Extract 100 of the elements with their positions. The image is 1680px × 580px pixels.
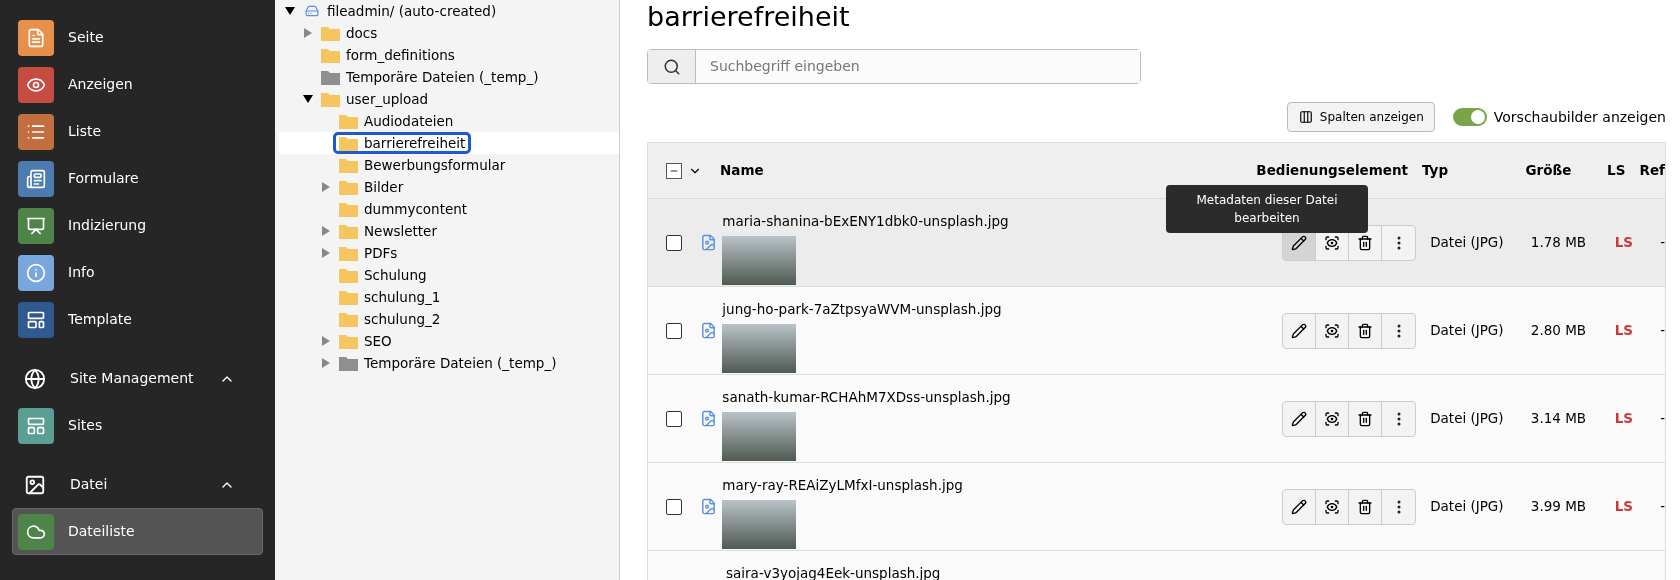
reference-count: - <box>1659 497 1665 517</box>
tree-item[interactable]: dummycontent <box>333 198 474 220</box>
trash-icon <box>1357 322 1374 339</box>
folder-label: Bewerbungsformular <box>364 157 506 173</box>
file-name[interactable]: jung-ho-park-7aZtpsyaWVM-unsplash.jpg <box>722 299 1230 320</box>
file-row[interactable]: sanath-kumar-RCHAhM7XDss-unsplash.jpg Datei (JPG) 3.14 MB LS - <box>648 375 1665 463</box>
folder-label: barrierefreiheit <box>364 135 466 151</box>
tree-item[interactable]: Bewerbungsformular <box>333 154 512 176</box>
folder-label: Newsletter <box>364 223 437 239</box>
tree-item[interactable]: schulung_2 <box>333 308 447 330</box>
trash-icon <box>1357 498 1374 515</box>
sidebar-item[interactable]: Formulare <box>12 155 263 202</box>
more-icon <box>1396 235 1401 250</box>
image-file-icon <box>699 410 717 427</box>
page-title: barrierefreiheit <box>647 2 851 32</box>
tree-item[interactable]: Temporäre Dateien (_temp_) <box>333 352 563 374</box>
folder-label: dummycontent <box>364 201 468 217</box>
sidebar-item[interactable]: Indizierung <box>12 202 263 249</box>
tree-item[interactable]: barrierefreiheit <box>333 132 472 154</box>
folder-label: schulung_2 <box>364 311 441 327</box>
file-row[interactable]: jung-ho-park-7aZtpsyaWVM-unsplash.jpg Datei (JPG) 2.80 MB LS - <box>648 287 1665 375</box>
file-name[interactable]: sanath-kumar-RCHAhM7XDss-unsplash.jpg <box>722 387 1230 408</box>
tree-item[interactable]: Schulung <box>333 264 433 286</box>
column-header: LS <box>1606 161 1626 181</box>
tooltip: Metadaten dieser Datei bearbeiten <box>1166 185 1368 233</box>
more-icon <box>1396 411 1401 426</box>
file-type: Datei (JPG) <box>1430 233 1505 253</box>
tree-item[interactable]: Newsletter <box>333 220 443 242</box>
file-size: 3.99 MB <box>1529 497 1587 517</box>
search-field[interactable]: Suchbegriff eingeben <box>647 49 1141 84</box>
tree-item[interactable]: Temporäre Dateien (_temp_) <box>315 66 545 88</box>
folder-label: Audiodateien <box>364 113 454 129</box>
folder-icon <box>321 69 340 85</box>
collapsed-arrow-icon[interactable] <box>321 248 331 258</box>
column-header: Bedienungselement <box>1256 161 1409 181</box>
tree-item[interactable]: Audiodateien <box>333 110 460 132</box>
localization-link[interactable]: LS <box>1586 232 1634 253</box>
image-file-icon <box>699 322 717 339</box>
search-icon <box>662 57 681 76</box>
collapsed-arrow-icon[interactable] <box>321 358 331 368</box>
group-label: Site Management <box>70 369 195 388</box>
collapsed-arrow-icon[interactable] <box>303 28 313 38</box>
trash-icon <box>1357 234 1374 251</box>
tree-item[interactable]: docs <box>315 22 384 44</box>
tree-item[interactable]: SEO <box>333 330 398 352</box>
folder-icon <box>321 47 340 63</box>
row-checkbox[interactable] <box>666 322 682 339</box>
folder-icon <box>339 135 358 151</box>
folder-label: Schulung <box>364 267 427 283</box>
folder-icon <box>339 333 358 349</box>
file-row[interactable]: saira-v3yojag4Eek-unsplash.jpg <box>648 551 1665 580</box>
file-name[interactable]: saira-v3yojag4Eek-unsplash.jpg <box>726 563 1266 580</box>
select-all-checkbox[interactable] <box>666 162 682 179</box>
image-file-icon <box>699 498 717 515</box>
trash-icon <box>1357 410 1374 427</box>
row-checkbox[interactable] <box>666 410 682 427</box>
tree-item[interactable]: fileadmin/ (auto-created) <box>297 0 503 22</box>
tree-item[interactable]: schulung_1 <box>333 286 447 308</box>
expanded-arrow-icon[interactable] <box>285 6 295 16</box>
eye-icon <box>1324 498 1341 515</box>
folder-label: form_definitions <box>346 47 455 63</box>
tree-item[interactable]: PDFs <box>333 242 404 264</box>
tree-item[interactable]: form_definitions <box>315 44 461 66</box>
sidebar-item[interactable]: Template <box>12 296 263 343</box>
pencil-icon <box>1291 498 1308 515</box>
expanded-arrow-icon[interactable] <box>303 94 313 104</box>
reference-count: - <box>1659 233 1665 253</box>
columns-button[interactable]: Spalten anzeigen <box>1286 102 1435 132</box>
collapsed-arrow-icon[interactable] <box>321 226 331 236</box>
row-checkbox[interactable] <box>666 234 682 251</box>
row-checkbox[interactable] <box>666 498 682 515</box>
collapsed-arrow-icon[interactable] <box>321 182 331 192</box>
localization-link[interactable]: LS <box>1586 408 1634 429</box>
folder-icon <box>339 201 358 217</box>
folder-icon <box>339 157 358 173</box>
sidebar-item[interactable]: Seite <box>12 14 263 61</box>
folder-label: Bilder <box>364 179 404 195</box>
sidebar-item[interactable]: Sites <box>12 402 263 449</box>
file-size: 2.80 MB <box>1529 321 1587 341</box>
folder-label: schulung_1 <box>364 289 441 305</box>
localization-link[interactable]: LS <box>1586 320 1634 341</box>
folder-label: PDFs <box>364 245 398 261</box>
sidebar-item[interactable]: Liste <box>12 108 263 155</box>
group-icon <box>24 473 46 496</box>
toggle-switch[interactable] <box>1452 108 1487 126</box>
sidebar-item[interactable]: Anzeigen <box>12 61 263 108</box>
file-row[interactable]: mary-ray-REAiZyLMfxI-unsplash.jpg Datei (JPG) 3.99 MB LS - <box>648 463 1665 551</box>
localization-link[interactable]: LS <box>1586 496 1634 517</box>
column-header: Name <box>720 161 765 181</box>
sidebar-item[interactable]: Dateiliste <box>12 508 263 555</box>
folder-label: SEO <box>364 333 392 349</box>
folder-label: user_upload <box>346 91 429 107</box>
more-icon <box>1396 499 1401 514</box>
eye-icon <box>1324 322 1341 339</box>
collapsed-arrow-icon[interactable] <box>321 336 331 346</box>
tree-item[interactable]: user_upload <box>315 88 435 110</box>
tree-item[interactable]: Bilder <box>333 176 410 198</box>
file-name[interactable]: mary-ray-REAiZyLMfxI-unsplash.jpg <box>722 475 1230 496</box>
folder-icon <box>321 91 340 107</box>
sidebar-item[interactable]: Info <box>12 249 263 296</box>
